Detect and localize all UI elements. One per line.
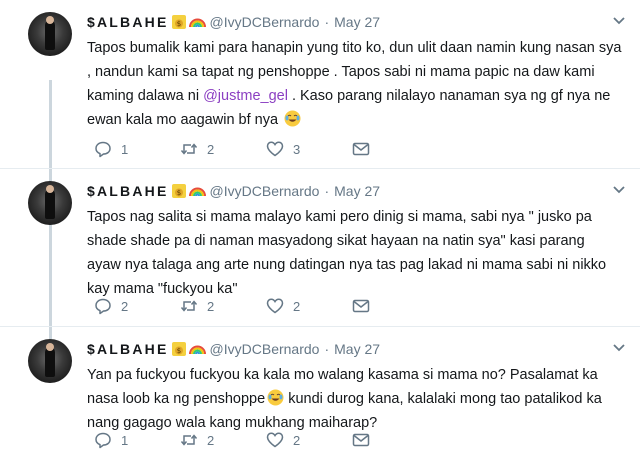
tweet-date[interactable]: May 27 [334, 183, 380, 199]
reply-button[interactable]: 1 [94, 140, 180, 158]
like-count: 3 [293, 141, 301, 157]
mention-link[interactable]: @justme_gel [203, 88, 288, 104]
avatar[interactable] [28, 12, 72, 56]
retweet-button[interactable]: 2 [180, 431, 266, 449]
svg-text:$: $ [176, 189, 180, 197]
author-name[interactable]: $ALBAHE [87, 14, 169, 30]
retweet-button[interactable]: 2 [180, 297, 266, 315]
tweet-date[interactable]: May 27 [334, 14, 380, 30]
author-handle[interactable]: @IvyDCBernardo [210, 14, 320, 30]
tweet[interactable]: $ALBAHE $ @IvyDCBernardo · May 27 Tapos … [0, 168, 640, 327]
like-button[interactable]: 3 [266, 140, 352, 158]
tweet[interactable]: $ALBAHE $ @IvyDCBernardo · May 27 Tapos … [0, 0, 640, 168]
retweet-button[interactable]: 2 [180, 140, 266, 158]
chevron-down-icon[interactable] [612, 343, 626, 353]
avatar[interactable] [28, 339, 72, 383]
money-bag-emoji: $ [171, 15, 186, 29]
retweet-icon [180, 434, 198, 446]
like-count: 2 [293, 432, 301, 448]
tweet-actions: 1 2 3 [94, 140, 370, 158]
tweet-actions: 1 2 2 [94, 431, 370, 449]
retweet-count: 2 [207, 432, 215, 448]
retweet-icon [180, 300, 198, 312]
direct-message-icon [352, 299, 370, 313]
separator-dot: · [324, 14, 330, 30]
direct-message-icon [352, 433, 370, 447]
reply-button[interactable]: 1 [94, 431, 180, 449]
tweet-text: Tapos nag salita si mama malayo kami per… [87, 209, 607, 297]
reply-count: 1 [121, 141, 129, 157]
tears-of-joy-emoji [267, 389, 284, 406]
like-icon [266, 432, 284, 448]
direct-message-button[interactable] [352, 297, 370, 315]
avatar[interactable] [28, 181, 72, 225]
rainbow-emoji [188, 345, 206, 355]
rainbow-emoji [188, 18, 206, 28]
reply-icon [95, 141, 111, 158]
tweet-header: $ALBAHE $ @IvyDCBernardo · May 27 [87, 12, 380, 32]
author-handle[interactable]: @IvyDCBernardo [210, 341, 320, 357]
retweet-count: 2 [207, 141, 215, 157]
like-button[interactable]: 2 [266, 297, 352, 315]
tweet[interactable]: $ALBAHE $ @IvyDCBernardo · May 27 Yan pa… [0, 326, 640, 469]
reply-button[interactable]: 2 [94, 297, 180, 315]
retweet-count: 2 [207, 298, 215, 314]
author-name[interactable]: $ALBAHE [87, 183, 169, 199]
chevron-down-icon[interactable] [612, 185, 626, 195]
reply-count: 2 [121, 298, 129, 314]
like-icon [266, 298, 284, 314]
reply-count: 1 [121, 432, 129, 448]
tweet-actions: 2 2 2 [94, 297, 370, 315]
retweet-icon [180, 143, 198, 155]
chevron-down-icon[interactable] [612, 16, 626, 26]
tweet-text: Tapos bumalik kami para hanapin yung tit… [87, 36, 622, 132]
tweet-text: Yan pa fuckyou fuckyou ka kala mo walang… [87, 363, 622, 435]
money-bag-emoji: $ [171, 184, 186, 198]
direct-message-button[interactable] [352, 140, 370, 158]
tweet-header: $ALBAHE $ @IvyDCBernardo · May 27 [87, 339, 380, 359]
direct-message-button[interactable] [352, 431, 370, 449]
tweet-header: $ALBAHE $ @IvyDCBernardo · May 27 [87, 181, 380, 201]
author-name[interactable]: $ALBAHE [87, 341, 169, 357]
rainbow-emoji [188, 187, 206, 197]
money-bag-emoji: $ [171, 342, 186, 356]
separator-dot: · [324, 341, 330, 357]
svg-text:$: $ [176, 20, 180, 28]
tweet-date[interactable]: May 27 [334, 341, 380, 357]
tears-of-joy-emoji [284, 110, 301, 127]
like-icon [266, 141, 284, 157]
separator-dot: · [324, 183, 330, 199]
reply-icon [95, 432, 111, 449]
author-handle[interactable]: @IvyDCBernardo [210, 183, 320, 199]
reply-icon [95, 298, 111, 315]
like-button[interactable]: 2 [266, 431, 352, 449]
like-count: 2 [293, 298, 301, 314]
tweet-thread: $ALBAHE $ @IvyDCBernardo · May 27 Tapos … [0, 0, 640, 468]
direct-message-icon [352, 142, 370, 156]
svg-text:$: $ [176, 347, 180, 355]
